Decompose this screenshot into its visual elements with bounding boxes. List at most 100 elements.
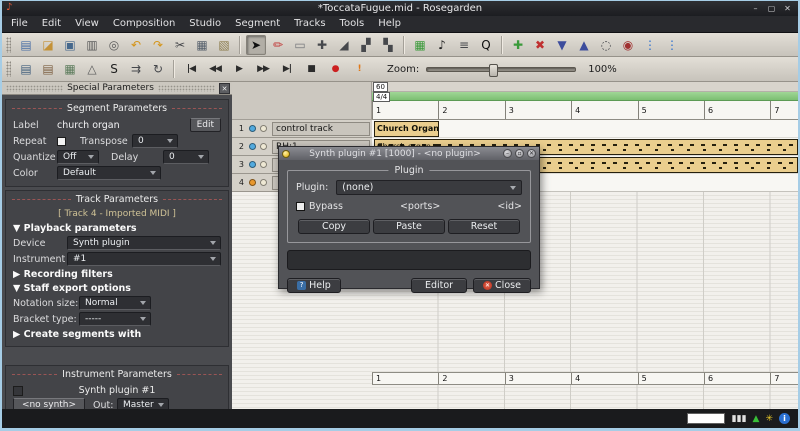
dock-titlebar[interactable]: Special Parameters ✕ (2, 82, 232, 95)
status-icon[interactable]: ▲ (753, 413, 760, 425)
toolbar-icon[interactable]: ▤ (38, 59, 58, 79)
toolbar-icon[interactable]: Q (476, 35, 496, 55)
toolbar-icon[interactable]: ≡ (454, 35, 474, 55)
reset-button[interactable]: Reset (448, 219, 520, 234)
toolbar-icon[interactable]: ➤ (246, 35, 266, 55)
bypass-checkbox[interactable] (296, 202, 305, 211)
track-name[interactable]: control track (272, 122, 370, 136)
no-synth-button[interactable]: <no synth> (13, 398, 85, 409)
transport-button[interactable]: ◀◀ (204, 60, 226, 78)
help-button[interactable]: ? Help (287, 278, 341, 293)
toolbar-icon[interactable]: ▲ (574, 35, 594, 55)
toolbar-grip[interactable] (6, 61, 11, 77)
toolbar-icon[interactable]: ◢ (334, 35, 354, 55)
close-button[interactable]: ✕ Close (473, 278, 531, 293)
toolbar-icon[interactable]: ◌ (596, 35, 616, 55)
instrument-options-button[interactable] (13, 386, 23, 396)
status-icon[interactable]: i (779, 413, 790, 424)
dialog-titlebar[interactable]: Synth plugin #1 [1000] - <no plugin> –▫✕ (279, 147, 539, 160)
status-icon[interactable]: ▮▮▮ (732, 413, 747, 425)
edit-label-button[interactable]: Edit (190, 118, 221, 132)
toolbar-icon[interactable]: ♪ (432, 35, 452, 55)
toolbar-icon[interactable]: ⋮ (662, 35, 682, 55)
transpose-dropdown[interactable]: 0 (132, 134, 178, 148)
toolbar-icon[interactable]: ▦ (192, 35, 212, 55)
dialog-window-button[interactable]: ▫ (515, 149, 524, 158)
transport-button[interactable]: ● (324, 60, 346, 78)
track-mute-led[interactable] (249, 125, 256, 132)
plugin-dropdown[interactable]: (none) (336, 180, 522, 195)
toolbar-icon[interactable]: ◉ (618, 35, 638, 55)
notation-size-dropdown[interactable]: Normal (79, 296, 151, 310)
track-row[interactable]: 1 control track (232, 120, 372, 138)
menu-item[interactable]: Segment (228, 16, 287, 32)
toolbar-icon[interactable]: ✂ (170, 35, 190, 55)
menu-item[interactable]: Edit (35, 16, 68, 32)
menu-item[interactable]: File (4, 16, 35, 32)
toolbar-icon[interactable]: ↶ (126, 35, 146, 55)
toolbar-icon[interactable]: ▼ (552, 35, 572, 55)
toolbar-icon[interactable]: ⋮ (640, 35, 660, 55)
transport-button[interactable]: ■ (300, 60, 322, 78)
menu-item[interactable]: View (68, 16, 106, 32)
menu-item[interactable]: Studio (182, 16, 228, 32)
transport-button[interactable]: |◀ (180, 60, 202, 78)
repeat-checkbox[interactable] (57, 137, 66, 146)
track-mute-led[interactable] (249, 161, 256, 168)
dialog-window-button[interactable]: – (503, 149, 512, 158)
staff-export-header[interactable]: ▼ Staff export options (6, 281, 228, 295)
toolbar-icon[interactable]: ✏ (268, 35, 288, 55)
menu-item[interactable]: Help (371, 16, 408, 32)
toolbar-icon[interactable]: ▣ (60, 35, 80, 55)
transport-button[interactable]: ! (348, 60, 370, 78)
toolbar-icon[interactable]: S (104, 59, 124, 79)
instrument-dropdown[interactable]: #1 (67, 252, 221, 266)
create-segments-header[interactable]: ▶ Create segments with (6, 327, 228, 341)
menu-item[interactable]: Composition (106, 16, 182, 32)
window-button[interactable]: – (749, 3, 762, 14)
toolbar-icon[interactable]: ▦ (410, 35, 430, 55)
transport-button[interactable]: ▶| (276, 60, 298, 78)
toolbar-icon[interactable]: ▧ (214, 35, 234, 55)
segment-church-organ[interactable]: Church Organ (374, 121, 439, 137)
copy-button[interactable]: Copy (298, 219, 370, 234)
track-record-led[interactable] (260, 161, 267, 168)
zoom-slider[interactable] (426, 67, 576, 72)
zoom-slider-handle[interactable] (489, 64, 498, 77)
quantize-dropdown[interactable]: Off (57, 150, 99, 164)
menu-item[interactable]: Tracks (287, 16, 332, 32)
window-button[interactable]: ✕ (781, 3, 794, 14)
transport-button[interactable]: ▶▶ (252, 60, 274, 78)
toolbar-icon[interactable]: ▦ (60, 59, 80, 79)
tempo-ruler[interactable] (372, 82, 798, 92)
chord-ruler[interactable] (372, 92, 798, 101)
color-dropdown[interactable]: Default (57, 166, 161, 180)
toolbar-icon[interactable]: ▞ (356, 35, 376, 55)
status-icon[interactable]: ✳ (765, 413, 773, 425)
playback-parameters-header[interactable]: ▼ Playback parameters (6, 221, 228, 235)
menu-item[interactable]: Tools (333, 16, 372, 32)
window-button[interactable]: ▢ (765, 3, 778, 14)
paste-button[interactable]: Paste (373, 219, 445, 234)
toolbar-icon[interactable]: ↷ (148, 35, 168, 55)
delay-dropdown[interactable]: 0 (163, 150, 209, 164)
track-record-led[interactable] (260, 179, 267, 186)
toolbar-icon[interactable]: ▚ (378, 35, 398, 55)
toolbar-icon[interactable]: ▤ (16, 59, 36, 79)
track-record-led[interactable] (260, 143, 267, 150)
toolbar-icon[interactable]: ▭ (290, 35, 310, 55)
toolbar-icon[interactable]: ◎ (104, 35, 124, 55)
track-mute-led[interactable] (249, 143, 256, 150)
bottom-bar-ruler[interactable]: 1234567 (372, 372, 798, 385)
toolbar-icon[interactable]: ✚ (312, 35, 332, 55)
transport-button[interactable]: ▶ (228, 60, 250, 78)
bracket-type-dropdown[interactable]: ----- (79, 312, 151, 326)
recording-filters-header[interactable]: ▶ Recording filters (6, 267, 228, 281)
toolbar-icon[interactable]: ✖ (530, 35, 550, 55)
device-dropdown[interactable]: Synth plugin (67, 236, 221, 250)
track-mute-led[interactable] (249, 179, 256, 186)
dialog-window-button[interactable]: ✕ (527, 149, 536, 158)
bar-ruler[interactable]: 1234567 (372, 101, 798, 120)
toolbar-icon[interactable]: ✚ (508, 35, 528, 55)
dock-close-icon[interactable]: ✕ (219, 83, 230, 94)
